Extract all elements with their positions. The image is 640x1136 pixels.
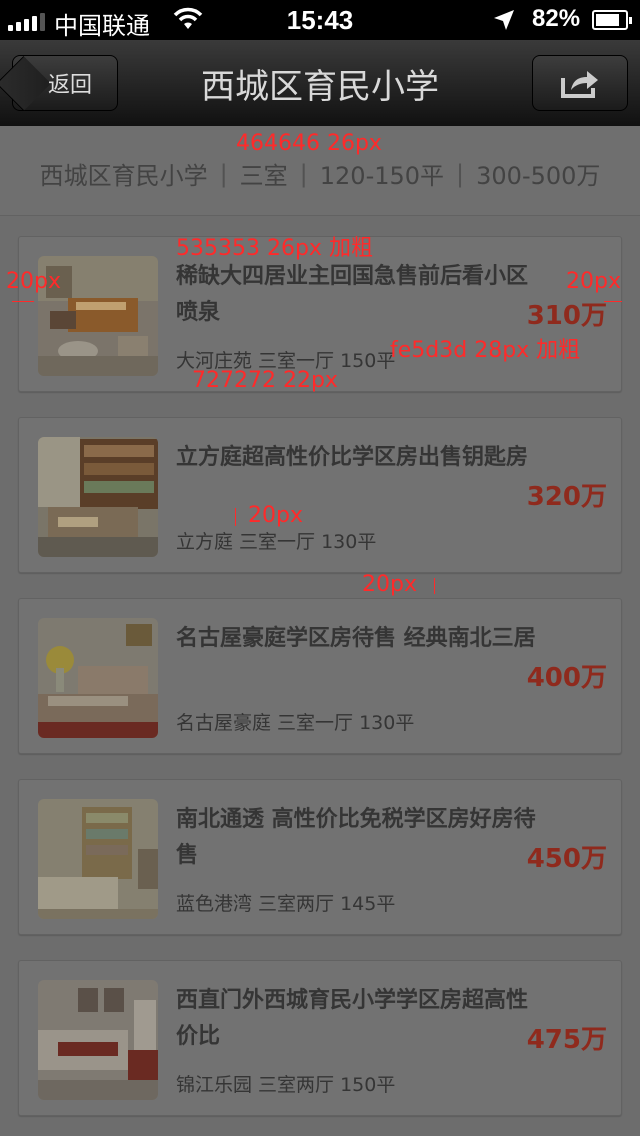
annotation-thumb-gap: 20px xyxy=(248,503,303,528)
annotation-price-spec: fe5d3d 28px 加粗 xyxy=(390,338,581,363)
share-button[interactable] xyxy=(532,55,628,111)
navigation-bar: 西城区育民小学 返回 xyxy=(0,40,640,126)
listing-photo xyxy=(38,618,158,738)
battery-icon xyxy=(592,10,632,30)
status-bar: 中国联通 15:43 82% xyxy=(0,0,640,40)
annotation-meta-spec: 727272 22px xyxy=(192,368,338,393)
listing-title: 南北通透 高性价比免税学区房好房待售 xyxy=(176,807,536,868)
listing-price: 320万 xyxy=(526,482,607,512)
annotation-right-margin: 20px xyxy=(566,269,621,294)
annotation-card-gap-line xyxy=(434,578,435,594)
annotation-right-margin-line xyxy=(604,301,622,302)
listing-card[interactable]: 立方庭超高性价比学区房出售钥匙房 立方庭 三室一厅 130平 320万 xyxy=(18,417,622,573)
annotation-title-spec: 535353 26px 加粗 xyxy=(176,236,373,261)
filter-school[interactable]: 西城区育民小学 xyxy=(40,156,208,191)
back-button-label: 返回 xyxy=(47,73,92,98)
annotation-filter-spec: 464646 26px xyxy=(236,131,382,156)
listing-price: 400万 xyxy=(526,663,607,693)
filter-price[interactable]: 300-500万 xyxy=(476,156,600,191)
listing-photo xyxy=(38,980,158,1100)
battery-percent: 82% xyxy=(532,5,581,32)
listing-details: 名古屋豪庭 三室一厅 130平 xyxy=(176,712,415,734)
filter-divider: | xyxy=(219,159,228,188)
back-button[interactable]: 返回 xyxy=(12,55,118,111)
location-arrow-icon xyxy=(494,10,514,30)
filter-area[interactable]: 120-150平 xyxy=(320,156,444,191)
listing-card[interactable]: 南北通透 高性价比免税学区房好房待售 蓝色港湾 三室两厅 145平 450万 xyxy=(18,779,622,935)
listing-price: 475万 xyxy=(526,1025,607,1055)
filter-divider: | xyxy=(456,159,465,188)
filter-divider: | xyxy=(299,159,308,188)
listing-price: 310万 xyxy=(526,301,607,331)
listing-title: 稀缺大四居业主回国急售前后看小区喷泉 xyxy=(176,264,529,325)
annotation-thumb-gap-line xyxy=(235,508,236,526)
listing-details: 锦江乐园 三室两厅 150平 xyxy=(176,1074,396,1096)
listing-price: 450万 xyxy=(526,844,607,874)
listing-details: 蓝色港湾 三室两厅 145平 xyxy=(176,893,396,915)
listing-photo xyxy=(38,437,158,557)
listing-details: 立方庭 三室一厅 130平 xyxy=(176,531,377,553)
annotation-card-gap: 20px xyxy=(362,572,417,597)
listing-title: 名古屋豪庭学区房待售 经典南北三居 xyxy=(176,626,536,651)
annotation-left-margin-line xyxy=(12,301,34,302)
listing-photo xyxy=(38,799,158,919)
annotation-left-margin: 20px xyxy=(6,269,61,294)
listing-card[interactable]: 西直门外西城育民小学学区房超高性价比 锦江乐园 三室两厅 150平 475万 xyxy=(18,960,622,1116)
listing-title: 西直门外西城育民小学学区房超高性价比 xyxy=(176,988,529,1049)
share-icon xyxy=(561,71,598,98)
listing-title: 立方庭超高性价比学区房出售钥匙房 xyxy=(176,445,529,470)
listing-card[interactable]: 名古屋豪庭学区房待售 经典南北三居 名古屋豪庭 三室一厅 130平 400万 xyxy=(18,598,622,754)
filter-rooms[interactable]: 三室 xyxy=(240,156,288,191)
